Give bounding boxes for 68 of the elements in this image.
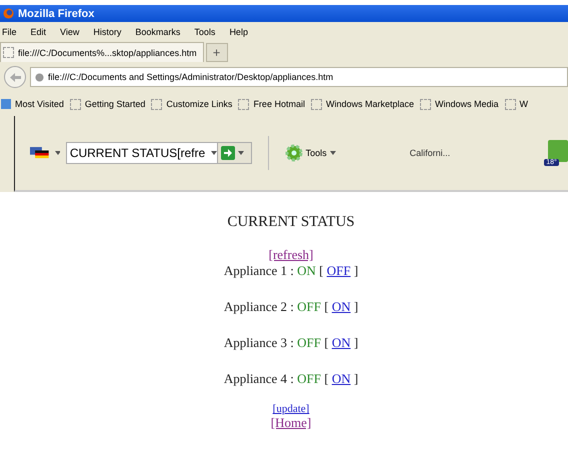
separator-text: : <box>290 299 294 314</box>
menu-item[interactable]: Tools <box>194 27 216 37</box>
appliance-label: Appliance 2 <box>224 299 287 314</box>
bookmark-item[interactable]: W <box>504 98 528 110</box>
bracket-text: [ <box>319 263 324 278</box>
flags-icon <box>30 146 49 160</box>
status-text: OFF <box>297 371 321 386</box>
page-icon <box>3 47 14 58</box>
window-title: Mozilla Firefox <box>18 8 94 20</box>
page-heading: CURRENT STATUS <box>227 214 355 231</box>
caret-icon <box>210 151 217 155</box>
bracket-text: [ <box>324 335 329 350</box>
separator-text: : <box>290 263 294 278</box>
status-text: OFF <box>297 335 321 350</box>
bracket-text: ] <box>354 371 358 386</box>
browser-tab[interactable]: file:///C:/Documents%...sktop/appliances.htm <box>0 42 204 62</box>
location-label: Californi... <box>410 148 450 158</box>
bracket-text: ] <box>354 263 358 278</box>
new-tab-button[interactable]: + <box>206 43 228 62</box>
bracket-text: [ <box>324 371 329 386</box>
appliance-label: Appliance 3 <box>224 335 287 350</box>
appliance-label: Appliance 1 <box>224 263 287 278</box>
menu-item[interactable]: File <box>2 27 17 37</box>
toggle-link[interactable]: ON <box>332 299 351 314</box>
bookmark-item[interactable]: Windows Marketplace <box>310 98 414 110</box>
status-text: OFF <box>297 299 321 314</box>
address-field[interactable]: file:///C:/Documents and Settings/Administrator/Desktop/appliances.htm <box>30 67 568 87</box>
bookmark-item[interactable]: Most Visited <box>1 99 64 109</box>
menu-item[interactable]: History <box>93 27 122 37</box>
page-icon <box>310 98 322 110</box>
separator-text: : <box>290 335 294 350</box>
bracket-text: [ <box>324 299 329 314</box>
back-button[interactable] <box>4 66 26 88</box>
bookmark-item[interactable]: Customize Links <box>151 98 232 110</box>
bracket-text: ] <box>354 335 358 350</box>
menu-item[interactable]: Help <box>229 27 248 37</box>
bracket-text: ] <box>354 299 358 314</box>
page-icon <box>238 98 250 110</box>
nav-link[interactable]: [update] <box>272 403 310 415</box>
page-icon <box>151 98 162 110</box>
tools-button[interactable]: Tools <box>284 144 336 162</box>
firefox-logo-icon <box>3 8 14 19</box>
page-icon <box>70 98 81 110</box>
nav-link[interactable]: [Home] <box>270 415 312 431</box>
back-arrow-icon <box>10 72 20 82</box>
menu-item[interactable]: View <box>60 27 80 37</box>
menu-item[interactable]: Edit <box>30 27 46 37</box>
caret-icon <box>330 151 336 155</box>
bookmark-item[interactable]: Getting Started <box>70 98 146 110</box>
toggle-link[interactable]: ON <box>332 335 351 350</box>
bookmark-item[interactable]: Free Hotmail <box>238 98 305 110</box>
page-icon <box>504 98 516 110</box>
separator-text: : <box>290 371 294 386</box>
caret-icon <box>238 151 244 155</box>
toggle-link[interactable]: ON <box>332 371 351 386</box>
gear-icon <box>284 144 303 162</box>
go-button[interactable] <box>216 143 251 163</box>
arrow-icon <box>220 146 235 160</box>
menu-item[interactable]: Bookmarks <box>135 27 180 37</box>
status-text: ON <box>297 263 316 278</box>
caret-icon <box>54 151 60 155</box>
bookmark-item[interactable]: Windows Media <box>420 98 499 110</box>
page-icon <box>420 98 431 110</box>
appliance-label: Appliance 4 <box>224 371 287 386</box>
toggle-link[interactable]: OFF <box>326 263 351 278</box>
search-field[interactable]: CURRENT STATUS[refre <box>66 142 252 164</box>
folder-icon <box>1 99 11 109</box>
refresh-link[interactable]: [refresh] <box>268 247 314 263</box>
